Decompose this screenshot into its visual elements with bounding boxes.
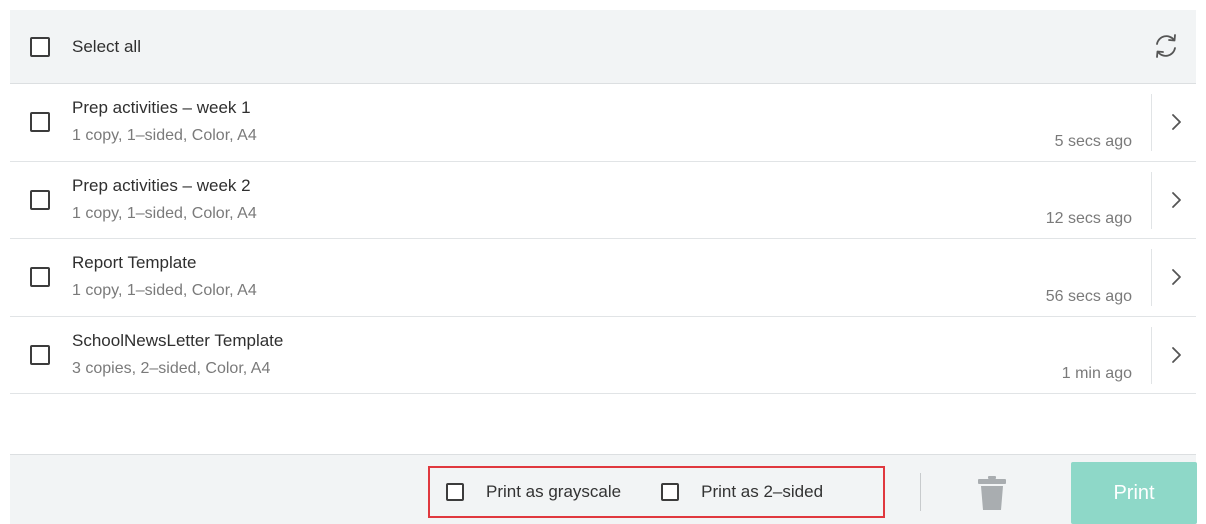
trash-icon[interactable] — [976, 474, 1008, 512]
footer-divider — [920, 473, 921, 511]
job-details: 3 copies, 2–sided, Color, A4 — [72, 359, 271, 377]
job-details: 1 copy, 1–sided, Color, A4 — [72, 127, 257, 145]
row-divider — [1151, 326, 1152, 384]
duplex-checkbox[interactable] — [661, 483, 680, 501]
duplex-option[interactable]: Print as 2–sided — [661, 482, 823, 502]
list-header: Select all — [10, 10, 1196, 84]
job-checkbox[interactable] — [30, 344, 50, 365]
grayscale-checkbox[interactable] — [446, 483, 464, 501]
print-button[interactable]: Print — [1071, 462, 1197, 524]
job-checkbox[interactable] — [30, 267, 50, 288]
refresh-icon[interactable] — [1150, 30, 1182, 62]
job-info: Prep activities – week 1 1 copy, 1–sided… — [72, 97, 257, 147]
print-options-highlight: Print as grayscale Print as 2–sided — [428, 466, 885, 518]
chevron-right-icon[interactable] — [1164, 265, 1188, 289]
job-checkbox[interactable] — [30, 189, 50, 210]
job-details: 1 copy, 1–sided, Color, A4 — [72, 204, 257, 222]
print-job-row[interactable]: SchoolNewsLetter Template 3 copies, 2–si… — [10, 316, 1196, 394]
print-queue-app: Select all Prep activities – week 1 1 co… — [0, 0, 1206, 524]
job-title: Report Template — [72, 253, 197, 273]
job-time: 12 secs ago — [1045, 210, 1132, 227]
chevron-right-icon[interactable] — [1164, 110, 1188, 134]
print-footer: Print as grayscale Print as 2–sided Prin… — [10, 454, 1197, 524]
job-info: Report Template 1 copy, 1–sided, Color, … — [72, 252, 257, 302]
row-divider — [1151, 249, 1152, 306]
job-checkbox[interactable] — [30, 112, 50, 133]
job-time: 56 secs ago — [1045, 287, 1132, 305]
grayscale-label[interactable]: Print as grayscale — [486, 482, 621, 502]
row-divider — [1151, 171, 1152, 229]
print-job-row[interactable]: Prep activities – week 2 1 copy, 1–sided… — [10, 161, 1196, 239]
print-job-row[interactable]: Prep activities – week 1 1 copy, 1–sided… — [10, 84, 1196, 162]
select-all-label[interactable]: Select all — [72, 37, 141, 57]
job-info: Prep activities – week 2 1 copy, 1–sided… — [72, 175, 257, 225]
print-job-row[interactable]: Report Template 1 copy, 1–sided, Color, … — [10, 239, 1196, 317]
job-title: Prep activities – week 2 — [72, 175, 251, 195]
job-time: 1 min ago — [1061, 365, 1132, 382]
job-title: SchoolNewsLetter Template — [72, 330, 284, 350]
print-job-list: Prep activities – week 1 1 copy, 1–sided… — [10, 84, 1196, 394]
grayscale-option[interactable]: Print as grayscale — [446, 482, 621, 502]
job-title: Prep activities – week 1 — [72, 98, 251, 118]
job-time: 5 secs ago — [1054, 132, 1132, 150]
select-all-checkbox[interactable] — [30, 36, 50, 57]
duplex-label[interactable]: Print as 2–sided — [701, 482, 823, 502]
chevron-right-icon[interactable] — [1164, 188, 1188, 212]
chevron-right-icon[interactable] — [1164, 343, 1188, 367]
job-info: SchoolNewsLetter Template 3 copies, 2–si… — [72, 330, 283, 380]
job-details: 1 copy, 1–sided, Color, A4 — [72, 282, 257, 300]
row-divider — [1151, 94, 1152, 151]
